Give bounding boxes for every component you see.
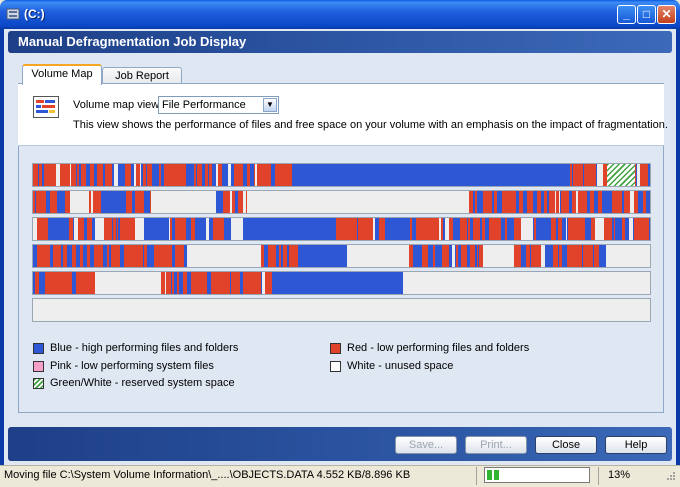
volume-map-cluster bbox=[650, 191, 651, 213]
volume-map-cluster bbox=[483, 245, 514, 267]
close-window-button[interactable]: ✕ bbox=[657, 5, 676, 24]
volume-map-cluster bbox=[403, 272, 650, 294]
legend-label: Blue - high performing files and folders bbox=[50, 342, 239, 354]
volume-map-cluster bbox=[280, 272, 403, 294]
progress-percent: 13% bbox=[608, 469, 631, 481]
legend-swatch-red bbox=[330, 343, 341, 354]
volume-map-icon bbox=[33, 96, 59, 118]
tab-volume-map[interactable]: Volume Map bbox=[22, 64, 102, 85]
page-header: Manual Defragmentation Job Display bbox=[8, 31, 672, 53]
maximize-button[interactable]: □ bbox=[637, 5, 656, 24]
volume-map-view-select[interactable]: File Performance ▼ bbox=[158, 96, 279, 114]
volume-map-row bbox=[32, 244, 651, 268]
volume-map-description: This view shows the performance of files… bbox=[73, 119, 668, 131]
volume-map-cluster bbox=[154, 191, 216, 213]
volume-map-cluster bbox=[521, 218, 533, 240]
volume-map-row bbox=[32, 298, 651, 322]
volume-map-cluster bbox=[33, 299, 650, 321]
print-button[interactable]: Print... bbox=[465, 436, 527, 454]
legend-label: Pink - low performing system files bbox=[50, 360, 214, 372]
volume-map-cluster bbox=[595, 218, 604, 240]
volume-map-cluster bbox=[144, 218, 169, 240]
progress-bar bbox=[484, 467, 590, 483]
volume-map-cluster bbox=[298, 245, 347, 267]
volume-map-row bbox=[32, 217, 651, 241]
volume-map-cluster bbox=[385, 218, 410, 240]
legend-swatch-blue bbox=[33, 343, 44, 354]
legend-label: Red - low performing files and folders bbox=[347, 342, 530, 354]
legend-label: White - unused space bbox=[347, 360, 454, 372]
window-titlebar: (C:) _ □ ✕ bbox=[0, 0, 680, 29]
status-divider bbox=[598, 467, 599, 485]
volume-map-cluster bbox=[649, 218, 650, 240]
window-title: (C:) bbox=[24, 7, 45, 21]
legend-label: Green/White - reserved system space bbox=[50, 377, 235, 389]
volume-map-cluster bbox=[648, 164, 650, 186]
volume-map-cluster bbox=[292, 164, 570, 186]
chevron-down-icon[interactable]: ▼ bbox=[263, 98, 277, 112]
volume-map-cluster bbox=[247, 191, 469, 213]
volume-map bbox=[32, 163, 651, 325]
resize-grip-icon[interactable] bbox=[664, 471, 676, 483]
volume-map-cluster bbox=[70, 191, 89, 213]
view-options-box bbox=[18, 84, 664, 146]
volume-map-cluster bbox=[243, 218, 336, 240]
volume-map-cluster bbox=[231, 218, 243, 240]
volume-map-cluster bbox=[95, 272, 157, 294]
save-button[interactable]: Save... bbox=[395, 436, 457, 454]
minimize-button[interactable]: _ bbox=[617, 5, 636, 24]
close-button[interactable]: Close bbox=[535, 436, 597, 454]
progress-block bbox=[487, 470, 492, 480]
volume-map-view-value: File Performance bbox=[162, 99, 246, 111]
volume-map-row bbox=[32, 271, 651, 295]
volume-map-cluster bbox=[135, 218, 144, 240]
legend-swatch-white bbox=[330, 361, 341, 372]
page-title: Manual Defragmentation Job Display bbox=[18, 34, 247, 49]
progress-fill bbox=[487, 470, 500, 480]
legend-swatch-pink bbox=[33, 361, 44, 372]
volume-map-cluster bbox=[347, 245, 409, 267]
volume-map-cluster bbox=[187, 245, 261, 267]
volume-map-row bbox=[32, 190, 651, 214]
volume-map-cluster bbox=[607, 245, 650, 267]
volume-map-row bbox=[32, 163, 651, 187]
status-text: Moving file C:\System Volume Information… bbox=[4, 469, 411, 481]
legend-swatch-green-white bbox=[33, 378, 44, 389]
volume-map-view-label: Volume map view: bbox=[73, 99, 163, 111]
disk-drive-icon bbox=[6, 8, 20, 20]
volume-map-cluster bbox=[101, 191, 126, 213]
help-button[interactable]: Help bbox=[605, 436, 667, 454]
status-divider bbox=[476, 467, 477, 485]
volume-map-cluster bbox=[95, 218, 104, 240]
progress-block bbox=[494, 470, 499, 480]
volume-map-cluster bbox=[607, 164, 635, 186]
